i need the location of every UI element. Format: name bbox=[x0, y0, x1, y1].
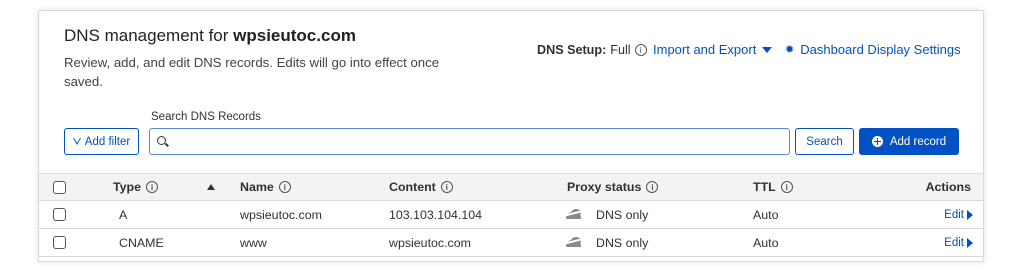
add-record-button[interactable]: Add record bbox=[859, 128, 959, 155]
row-select-cell bbox=[53, 229, 66, 256]
column-actions: Actions bbox=[926, 174, 971, 200]
column-content-label: Content bbox=[389, 180, 436, 194]
select-all-cell bbox=[53, 174, 66, 200]
info-icon: i bbox=[780, 181, 793, 193]
info-icon: i bbox=[646, 181, 659, 193]
proxy-status-label: DNS only bbox=[596, 207, 649, 222]
record-proxy-status: DNS only bbox=[563, 229, 648, 256]
search-dns-records-input-wrapper bbox=[149, 128, 790, 155]
cloud-dns-only-icon bbox=[563, 237, 587, 248]
add-filter-label: Add filter bbox=[84, 135, 131, 148]
column-type[interactable]: Type i bbox=[113, 174, 158, 200]
proxy-status-label: DNS only bbox=[596, 235, 649, 250]
table-header-row: Type i Name i Content i Proxy status i T… bbox=[39, 173, 983, 201]
add-record-label: Add record bbox=[889, 135, 947, 148]
sort-up-icon bbox=[207, 184, 215, 190]
plus-circle-icon bbox=[871, 136, 883, 147]
column-name[interactable]: Name i bbox=[240, 174, 291, 200]
dashboard-settings-label: Dashboard Display Settings bbox=[800, 42, 961, 57]
dns-setup-value: Full bbox=[610, 43, 631, 57]
info-icon: i bbox=[440, 181, 453, 193]
column-name-label: Name bbox=[240, 180, 274, 194]
search-input[interactable] bbox=[150, 129, 789, 154]
add-filter-button[interactable]: Add filter bbox=[64, 128, 139, 155]
page-header: DNS management for wpsieutoc.com Review,… bbox=[64, 25, 444, 91]
row-select-cell bbox=[53, 201, 66, 228]
import-export-dropdown[interactable]: Import and Export bbox=[653, 42, 773, 57]
search-icon bbox=[157, 136, 166, 145]
column-proxy-status[interactable]: Proxy status i bbox=[567, 174, 659, 200]
record-type: A bbox=[119, 207, 128, 222]
import-export-label: Import and Export bbox=[653, 42, 757, 57]
filter-icon bbox=[72, 138, 81, 145]
search-label: Search DNS Records bbox=[151, 111, 261, 123]
edit-label: Edit bbox=[944, 236, 964, 249]
record-content: wpsieutoc.com bbox=[389, 235, 471, 250]
dashboard-display-settings-link[interactable]: ✹ Dashboard Display Settings bbox=[785, 42, 961, 57]
column-type-label: Type bbox=[113, 180, 141, 194]
record-name: www bbox=[240, 235, 267, 250]
column-ttl-label: TTL bbox=[753, 180, 776, 194]
edit-button[interactable]: Edit bbox=[944, 229, 973, 256]
select-all-checkbox[interactable] bbox=[53, 180, 66, 194]
edit-label: Edit bbox=[944, 208, 964, 221]
record-content: 103.103.104.104 bbox=[389, 207, 483, 222]
cloud-dns-only-icon bbox=[563, 209, 587, 220]
record-type: CNAME bbox=[119, 235, 164, 250]
dns-management-card: DNS management for wpsieutoc.com Review,… bbox=[38, 10, 984, 262]
table-row: CNAME www wpsieutoc.com DNS only Auto Ed… bbox=[39, 229, 983, 257]
table-row: A wpsieutoc.com 103.103.104.104 DNS only… bbox=[39, 201, 983, 229]
title-domain: wpsieutoc.com bbox=[233, 26, 356, 45]
caret-down-icon bbox=[762, 46, 773, 53]
column-content[interactable]: Content i bbox=[389, 174, 453, 200]
record-ttl: Auto bbox=[753, 235, 779, 250]
column-ttl[interactable]: TTL i bbox=[753, 174, 793, 200]
record-name: wpsieutoc.com bbox=[240, 207, 322, 222]
dns-records-table: Type i Name i Content i Proxy status i T… bbox=[39, 173, 983, 257]
record-proxy-status: DNS only bbox=[563, 201, 648, 228]
title-prefix: DNS management for bbox=[64, 26, 229, 45]
page-description: Review, add, and edit DNS records. Edits… bbox=[64, 55, 440, 89]
caret-right-icon bbox=[967, 209, 973, 220]
dns-setup-label: DNS Setup: bbox=[537, 43, 607, 57]
info-icon[interactable]: i bbox=[634, 44, 647, 56]
caret-right-icon bbox=[967, 237, 973, 248]
row-checkbox[interactable] bbox=[53, 208, 66, 221]
page-title: DNS management for wpsieutoc.com bbox=[64, 25, 444, 47]
info-icon: i bbox=[146, 181, 158, 193]
dns-setup-status: DNS Setup: Full i bbox=[537, 43, 647, 57]
info-icon: i bbox=[278, 181, 291, 193]
gear-icon: ✹ bbox=[785, 44, 795, 56]
edit-button[interactable]: Edit bbox=[944, 201, 973, 228]
record-ttl: Auto bbox=[753, 207, 779, 222]
column-proxy-label: Proxy status bbox=[567, 180, 642, 194]
search-button[interactable]: Search bbox=[795, 128, 854, 155]
row-checkbox[interactable] bbox=[53, 236, 66, 249]
sort-cell[interactable] bbox=[207, 174, 215, 200]
column-actions-label: Actions bbox=[925, 180, 971, 194]
